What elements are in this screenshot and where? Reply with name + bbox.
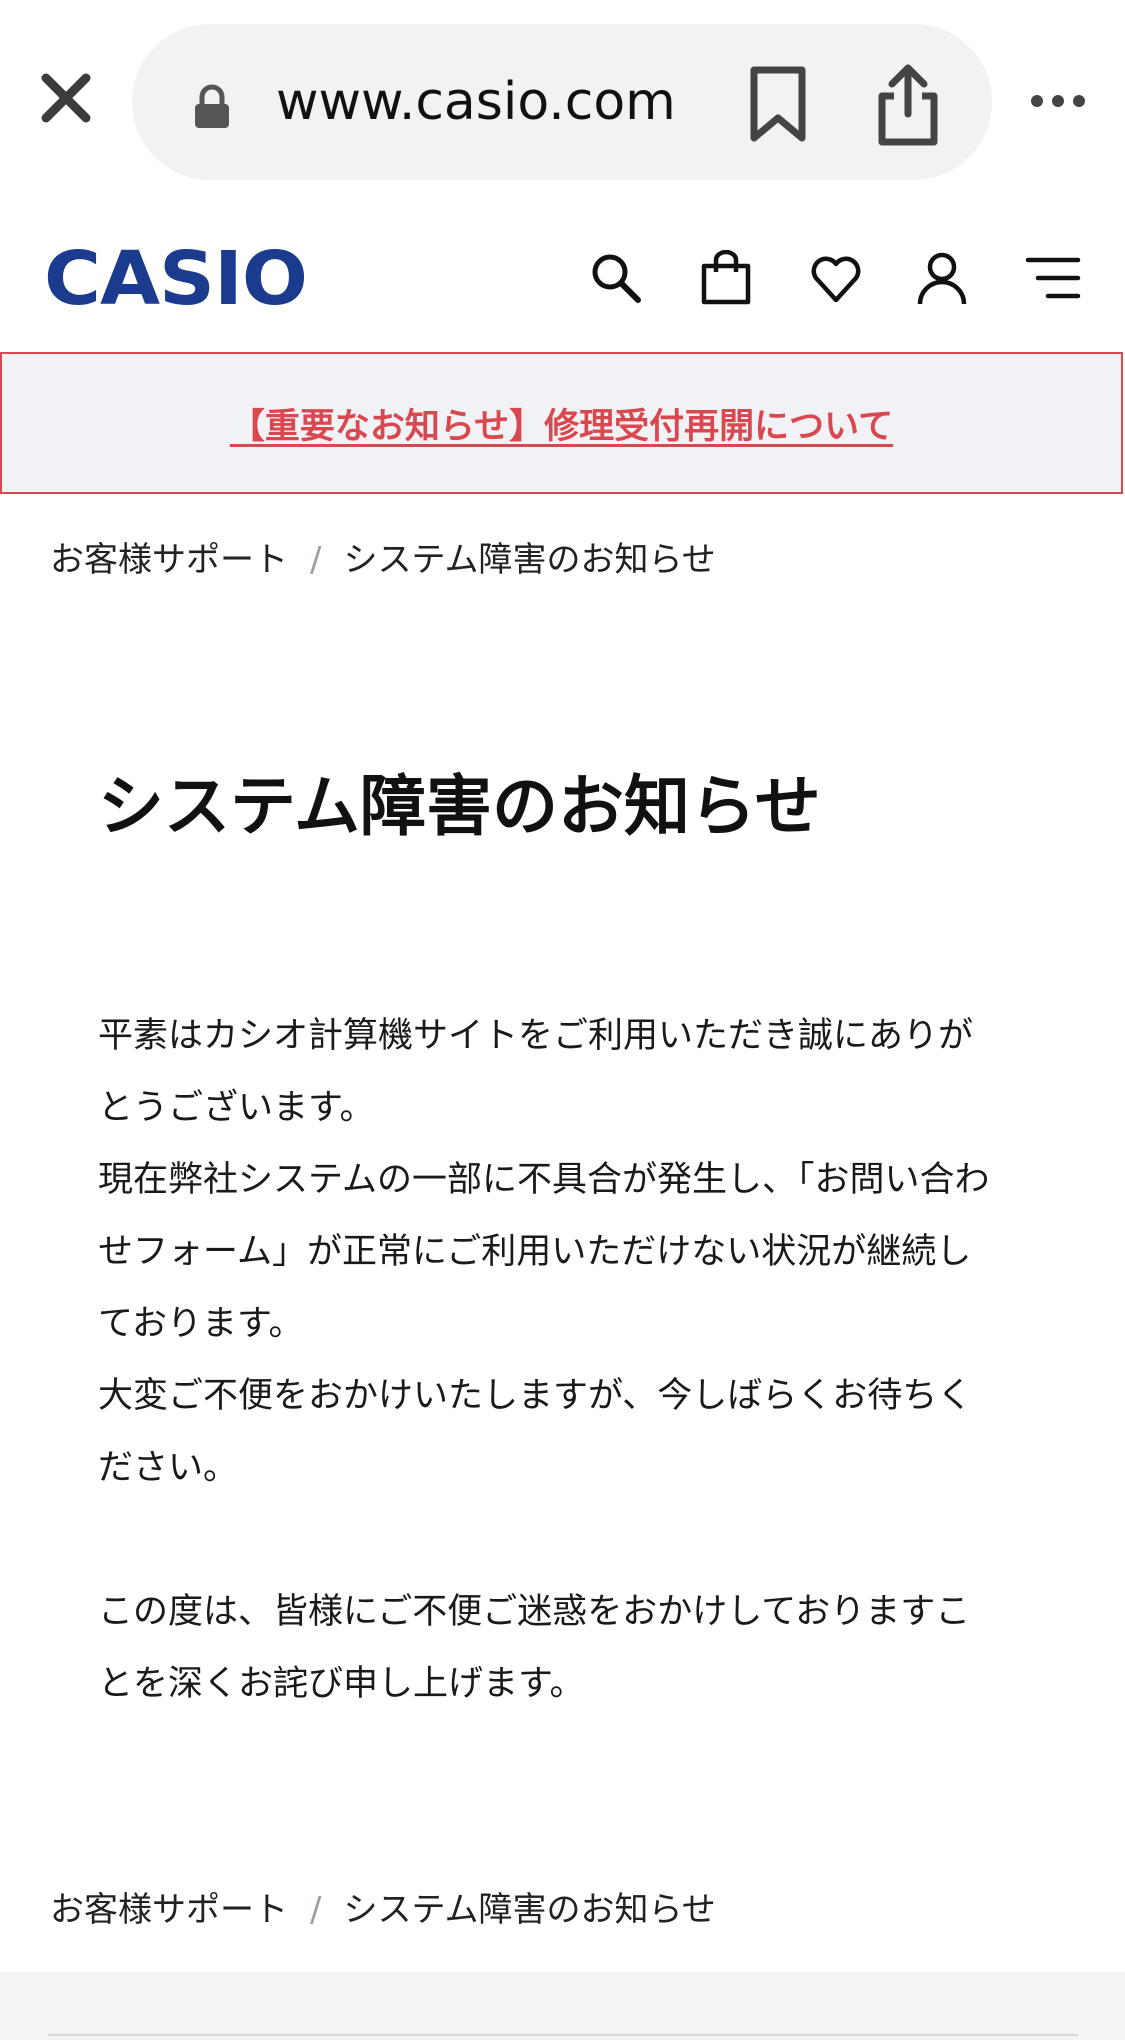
- bag-icon: [701, 249, 751, 305]
- browser-toolbar: www.casio.com: [0, 0, 1125, 200]
- share-icon: [878, 64, 938, 146]
- breadcrumb-item-current: システム障害のお知らせ: [343, 1890, 716, 1930]
- url-text[interactable]: www.casio.com: [276, 64, 706, 140]
- account-button[interactable]: [914, 250, 970, 306]
- close-button[interactable]: [30, 62, 102, 134]
- search-button[interactable]: [588, 250, 644, 306]
- user-icon: [917, 252, 967, 305]
- footer: [0, 1972, 1125, 2040]
- paragraph-request: 大変ご不便をおかけいたしますが、今しばらくお待ちください。: [98, 1376, 973, 1488]
- more-button[interactable]: [1028, 88, 1088, 114]
- important-notice-link[interactable]: 【重要なお知らせ】修理受付再開について: [230, 398, 893, 449]
- lock-icon: [192, 84, 232, 130]
- breadcrumb-item-support[interactable]: お客様サポート: [50, 540, 288, 580]
- bookmark-icon: [750, 66, 806, 142]
- paragraph-greeting: 平素はカシオ計算機サイトをご利用いただき誠にありがとうございます。: [98, 1016, 974, 1128]
- breadcrumb-item-current: システム障害のお知らせ: [343, 540, 716, 580]
- breadcrumb-item-support[interactable]: お客様サポート: [50, 1890, 288, 1930]
- more-icon: [1031, 95, 1085, 107]
- paragraph-apology: この度は、皆様にご不便ご迷惑をおかけしておりますことを深くお詫び申し上げます。: [98, 1592, 971, 1704]
- heart-icon: [811, 256, 861, 303]
- close-icon: [41, 73, 91, 123]
- page-title: システム障害のお知らせ: [98, 768, 821, 846]
- paragraph-status: 現在弊社システムの一部に不具合が発生し、「お問い合わせフォーム」が正常にご利用い…: [98, 1160, 990, 1344]
- site-header: CASIO: [0, 200, 1125, 352]
- breadcrumb-separator: /: [310, 1890, 322, 1930]
- breadcrumb-footer: お客様サポート / システム障害のお知らせ: [50, 1880, 1080, 1940]
- notice-body: 平素はカシオ計算機サイトをご利用いただき誠にありがとうございます。 現在弊社シス…: [98, 1000, 1003, 1720]
- menu-icon: [1025, 257, 1081, 299]
- share-button[interactable]: [872, 62, 944, 148]
- important-notice-banner: 【重要なお知らせ】修理受付再開について: [0, 352, 1123, 494]
- menu-button[interactable]: [1024, 250, 1082, 306]
- breadcrumb-separator: /: [310, 540, 322, 580]
- bookmark-button[interactable]: [746, 64, 810, 144]
- casio-logo[interactable]: CASIO: [44, 242, 308, 316]
- footer-divider: [48, 2034, 1078, 2036]
- search-icon: [592, 254, 641, 303]
- favorites-button[interactable]: [808, 250, 864, 306]
- cart-button[interactable]: [698, 249, 754, 306]
- breadcrumb: お客様サポート / システム障害のお知らせ: [50, 530, 1080, 590]
